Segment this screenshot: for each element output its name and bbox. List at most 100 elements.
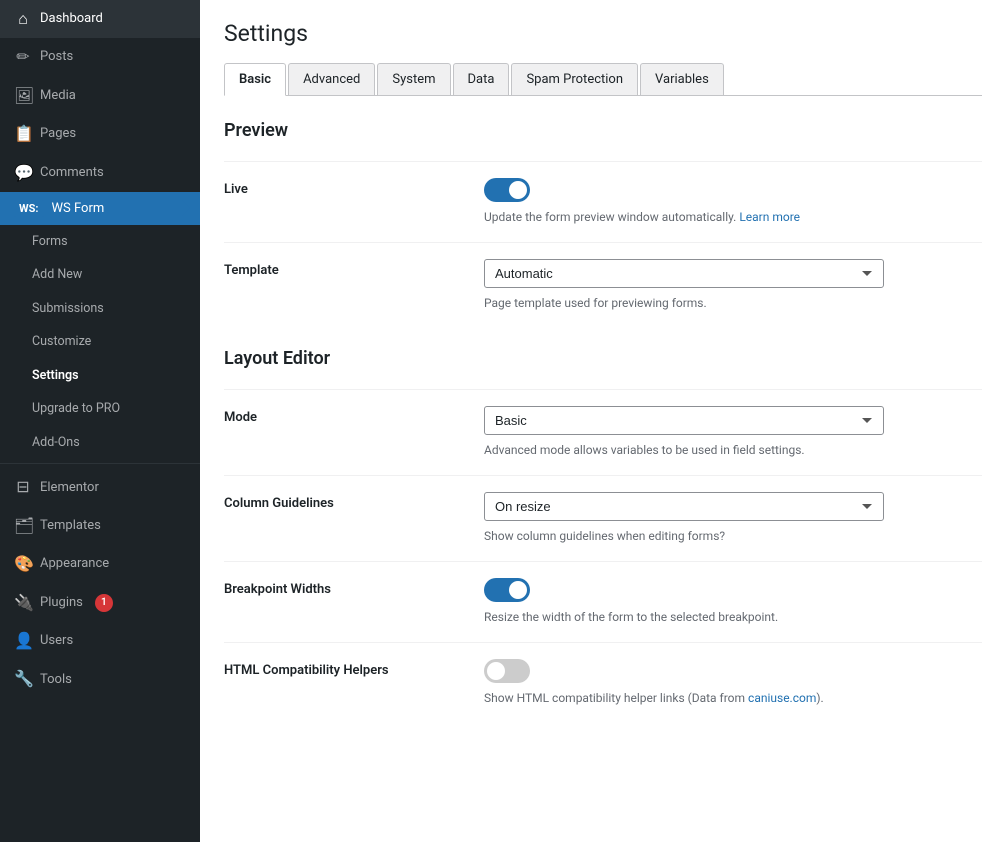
sidebar-item-elementor[interactable]: ⊟ Elementor: [0, 468, 200, 506]
sidebar-item-comments[interactable]: 💬 Comments: [0, 154, 200, 192]
tab-data[interactable]: Data: [453, 63, 510, 95]
sidebar-item-templates[interactable]: 🗂 Templates: [0, 507, 200, 545]
pages-icon: 📋: [14, 123, 32, 145]
sidebar-item-label: Media: [40, 87, 76, 105]
html-compatibility-help: Show HTML compatibility helper links (Da…: [484, 689, 982, 707]
sidebar-item-tools[interactable]: 🔧 Tools: [0, 660, 200, 698]
breakpoint-widths-row: Breakpoint Widths Resize the width of th…: [224, 561, 982, 642]
column-guidelines-label: Column Guidelines: [224, 492, 484, 511]
sidebar-item-posts[interactable]: ✏ Posts: [0, 38, 200, 76]
html-compatibility-toggle[interactable]: [484, 659, 530, 683]
breakpoint-widths-label: Breakpoint Widths: [224, 578, 484, 597]
preview-section-title: Preview: [224, 120, 982, 141]
column-guidelines-select[interactable]: On resize Always Never: [484, 492, 884, 521]
template-control: Automatic Default Full Width Blank Page …: [484, 259, 982, 312]
template-help: Page template used for previewing forms.: [484, 294, 982, 312]
elementor-icon: ⊟: [14, 476, 32, 498]
plugins-badge: 1: [95, 594, 113, 612]
tab-advanced[interactable]: Advanced: [288, 63, 375, 95]
submissions-label: Submissions: [32, 300, 104, 318]
elementor-label: Elementor: [40, 479, 99, 497]
live-toggle[interactable]: [484, 178, 530, 202]
template-label: Template: [224, 259, 484, 278]
mode-control: Basic Advanced Advanced mode allows vari…: [484, 406, 982, 459]
breakpoint-widths-help: Resize the width of the form to the sele…: [484, 608, 982, 626]
tools-label: Tools: [40, 671, 72, 689]
main-content: Settings Basic Advanced System Data Spam…: [200, 0, 1006, 842]
mode-row: Mode Basic Advanced Advanced mode allows…: [224, 389, 982, 475]
plugins-icon: 🔌: [14, 592, 32, 614]
html-compatibility-control: Show HTML compatibility helper links (Da…: [484, 659, 982, 707]
column-guidelines-row: Column Guidelines On resize Always Never…: [224, 475, 982, 561]
upgrade-label: Upgrade to PRO: [32, 400, 120, 418]
wsform-submenu: Forms Add New Submissions Customize Sett…: [0, 225, 200, 460]
add-ons-label: Add-Ons: [32, 434, 80, 452]
live-help: Update the form preview window automatic…: [484, 208, 982, 226]
mode-select[interactable]: Basic Advanced: [484, 406, 884, 435]
html-compat-help-suffix: ).: [816, 691, 823, 705]
breakpoint-widths-toggle[interactable]: [484, 578, 530, 602]
sidebar-item-customize[interactable]: Customize: [0, 325, 200, 359]
tab-variables[interactable]: Variables: [640, 63, 724, 95]
caniuse-link[interactable]: caniuse.com: [748, 691, 816, 705]
content-wrap: Settings Basic Advanced System Data Spam…: [200, 0, 1006, 842]
sidebar-item-add-ons[interactable]: Add-Ons: [0, 426, 200, 460]
templates-label: Templates: [40, 517, 101, 535]
forms-label: Forms: [32, 233, 68, 251]
appearance-icon: 🎨: [14, 553, 32, 575]
html-compatibility-label: HTML Compatibility Helpers: [224, 659, 484, 678]
tab-basic[interactable]: Basic: [224, 63, 286, 96]
sidebar: ⌂ Dashboard ✏ Posts 🖼 Media 📋 Pages 💬 Co…: [0, 0, 200, 842]
appearance-label: Appearance: [40, 555, 109, 573]
wsform-logo: WS:: [14, 200, 44, 217]
sidebar-item-submissions[interactable]: Submissions: [0, 292, 200, 326]
live-help-text: Update the form preview window automatic…: [484, 210, 736, 224]
template-row: Template Automatic Default Full Width Bl…: [224, 242, 982, 328]
sidebar-item-label: Pages: [40, 125, 76, 143]
breakpoint-widths-toggle-slider: [484, 578, 530, 602]
sidebar-item-settings[interactable]: Settings: [0, 359, 200, 393]
sidebar-item-label: Comments: [40, 164, 104, 182]
column-guidelines-control: On resize Always Never Show column guide…: [484, 492, 982, 545]
customize-label: Customize: [32, 333, 91, 351]
live-toggle-slider: [484, 178, 530, 202]
sidebar-wsform-label: WS Form: [52, 201, 105, 216]
sidebar-item-pages[interactable]: 📋 Pages: [0, 115, 200, 153]
mode-help: Advanced mode allows variables to be use…: [484, 441, 982, 459]
dashboard-icon: ⌂: [14, 8, 32, 30]
settings-label: Settings: [32, 367, 79, 385]
sidebar-item-dashboard[interactable]: ⌂ Dashboard: [0, 0, 200, 38]
sidebar-divider: [0, 463, 200, 464]
tab-spam-protection[interactable]: Spam Protection: [511, 63, 638, 95]
plugins-label: Plugins: [40, 594, 83, 612]
tab-system[interactable]: System: [377, 63, 450, 95]
sidebar-item-add-new[interactable]: Add New: [0, 258, 200, 292]
column-guidelines-help: Show column guidelines when editing form…: [484, 527, 982, 545]
live-control: Update the form preview window automatic…: [484, 178, 982, 226]
breakpoint-widths-control: Resize the width of the form to the sele…: [484, 578, 982, 626]
mode-label: Mode: [224, 406, 484, 425]
sidebar-item-label: Dashboard: [40, 10, 103, 28]
templates-icon: 🗂: [14, 515, 32, 537]
html-compatibility-row: HTML Compatibility Helpers Show HTML com…: [224, 642, 982, 723]
settings-tabs: Basic Advanced System Data Spam Protecti…: [224, 63, 982, 96]
sidebar-item-appearance[interactable]: 🎨 Appearance: [0, 545, 200, 583]
sidebar-item-media[interactable]: 🖼 Media: [0, 77, 200, 115]
html-compat-help-prefix: Show HTML compatibility helper links (Da…: [484, 691, 748, 705]
live-learn-more-link[interactable]: Learn more: [739, 210, 800, 224]
users-icon: 👤: [14, 630, 32, 652]
add-new-label: Add New: [32, 266, 82, 284]
html-compatibility-toggle-slider: [484, 659, 530, 683]
live-label: Live: [224, 178, 484, 197]
sidebar-item-upgrade[interactable]: Upgrade to PRO: [0, 392, 200, 426]
sidebar-item-wsform[interactable]: WS: WS Form: [0, 192, 200, 225]
template-select[interactable]: Automatic Default Full Width Blank: [484, 259, 884, 288]
sidebar-item-forms[interactable]: Forms: [0, 225, 200, 259]
live-row: Live Update the form preview window auto…: [224, 161, 982, 242]
sidebar-item-users[interactable]: 👤 Users: [0, 622, 200, 660]
media-icon: 🖼: [14, 85, 32, 107]
posts-icon: ✏: [14, 46, 32, 68]
layout-editor-section-title: Layout Editor: [224, 348, 982, 369]
comments-icon: 💬: [14, 162, 32, 184]
sidebar-item-plugins[interactable]: 🔌 Plugins 1: [0, 584, 200, 622]
